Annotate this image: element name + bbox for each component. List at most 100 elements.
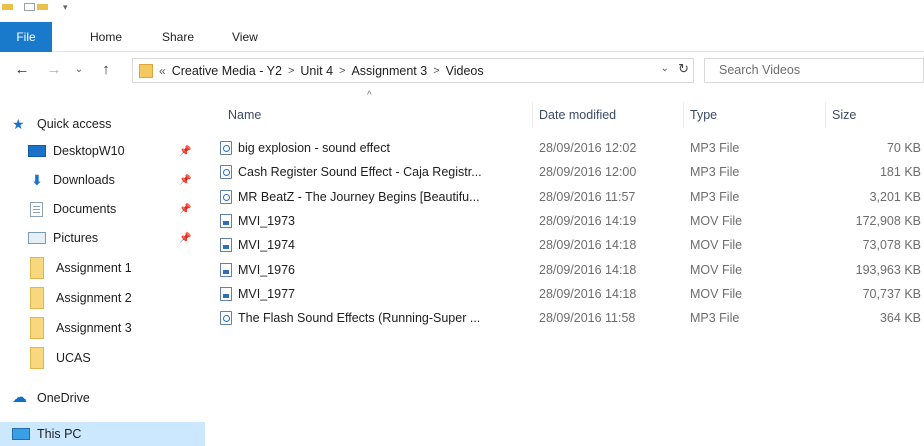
- sidebar-item-label: DesktopW10: [53, 144, 125, 158]
- audio-file-icon: [220, 141, 232, 155]
- pin-icon[interactable]: 📌: [179, 175, 191, 186]
- audio-file-icon: [220, 165, 232, 180]
- file-row[interactable]: MVI_1974 28/09/2016 14:18 MOV File 73,078 K…: [216, 234, 924, 257]
- quick-access-toolbar: ▾: [0, 0, 924, 22]
- file-row[interactable]: Cash Register Sound Effect - Caja Regist…: [216, 161, 924, 184]
- pin-icon[interactable]: 📌: [179, 204, 191, 215]
- file-type: MP3 File: [690, 189, 740, 204]
- file-name: MVI_1976: [238, 262, 295, 277]
- file-name: big explosion - sound effect: [238, 141, 390, 155]
- file-row[interactable]: MVI_1973 28/09/2016 14:19 MOV File 172,908 …: [216, 210, 924, 233]
- sidebar-item-documents[interactable]: Documents 📌: [0, 195, 205, 223]
- back-arrow-icon[interactable]: ←: [12, 60, 32, 80]
- sidebar-item-downloads[interactable]: ⬇ Downloads 📌: [0, 166, 205, 194]
- pin-icon[interactable]: 📌: [179, 146, 191, 157]
- column-header-date-modified[interactable]: Date modified: [533, 102, 684, 128]
- chevron-right-icon[interactable]: >: [339, 65, 345, 77]
- file-name: MVI_1974: [238, 238, 295, 253]
- download-icon: ⬇: [31, 172, 43, 188]
- file-type: MOV File: [690, 238, 743, 253]
- breadcrumb-videos[interactable]: Videos: [446, 64, 484, 78]
- file-row[interactable]: big explosion - sound effect 28/09/2016 1…: [216, 137, 924, 160]
- onedrive-icon: ☁: [12, 389, 27, 406]
- documents-icon: [30, 201, 43, 217]
- sidebar-item-this-pc[interactable]: This PC: [0, 422, 205, 446]
- refresh-icon[interactable]: ↻: [678, 61, 689, 77]
- desktop-icon: [28, 145, 46, 157]
- breadcrumb-creative-media[interactable]: Creative Media - Y2: [172, 64, 282, 78]
- sidebar-item-label: Pictures: [53, 231, 99, 245]
- properties-icon[interactable]: [24, 3, 35, 11]
- file-size: 70,737 KB: [862, 286, 921, 301]
- sidebar-item-assignment-2[interactable]: Assignment 2: [0, 284, 205, 312]
- ribbon-tabs: File Home Share View: [0, 22, 924, 52]
- sidebar-item-desktopw10[interactable]: DesktopW10 📌: [0, 137, 205, 165]
- file-date-modified: 28/09/2016 11:57: [539, 189, 636, 204]
- tab-home[interactable]: Home: [78, 22, 134, 52]
- file-name: Cash Register Sound Effect - Caja Regist…: [238, 165, 482, 180]
- sidebar-item-label: Assignment 2: [56, 291, 132, 305]
- folder-icon: [139, 63, 153, 78]
- pictures-icon: [28, 232, 46, 244]
- file-size: 364 KB: [879, 311, 921, 326]
- folder-icon: [30, 257, 44, 279]
- up-arrow-icon[interactable]: ↑: [96, 60, 116, 80]
- this-pc-icon: [12, 428, 30, 440]
- file-type: MOV File: [690, 262, 743, 277]
- chevron-down-icon[interactable]: ▾: [63, 2, 68, 13]
- file-type: MP3 File: [690, 141, 740, 155]
- file-date-modified: 28/09/2016 14:18: [539, 286, 637, 301]
- file-size: 181 KB: [879, 165, 921, 180]
- tab-file[interactable]: File: [0, 22, 52, 52]
- column-header-size[interactable]: Size: [826, 102, 924, 128]
- video-file-icon: [220, 213, 232, 228]
- file-name: MVI_1973: [238, 213, 295, 228]
- address-bar[interactable]: « Creative Media - Y2 > Unit 4 > Assignm…: [132, 58, 694, 83]
- sidebar-item-assignment-1[interactable]: Assignment 1: [0, 254, 205, 282]
- tab-share[interactable]: Share: [150, 22, 206, 52]
- search-input[interactable]: Search Videos: [704, 58, 924, 83]
- file-size: 70 KB: [886, 141, 921, 155]
- audio-file-icon: [220, 311, 232, 326]
- column-header-type[interactable]: Type: [684, 102, 826, 128]
- sidebar-item-assignment-3[interactable]: Assignment 3: [0, 314, 205, 342]
- file-size: 193,963 KB: [855, 262, 921, 277]
- sidebar-item-label: OneDrive: [37, 391, 90, 405]
- file-name: MVI_1977: [238, 286, 295, 301]
- file-type: MP3 File: [690, 311, 740, 326]
- breadcrumb-assignment-3[interactable]: Assignment 3: [351, 64, 427, 78]
- file-row[interactable]: The Flash Sound Effects (Running-Super .…: [216, 307, 924, 330]
- file-row[interactable]: MVI_1976 28/09/2016 14:18 MOV File 193,963 …: [216, 259, 924, 282]
- tab-view[interactable]: View: [220, 22, 270, 52]
- audio-file-icon: [220, 189, 232, 204]
- file-date-modified: 28/09/2016 14:19: [539, 213, 637, 228]
- file-type: MOV File: [690, 286, 743, 301]
- sidebar-item-ucas[interactable]: UCAS: [0, 344, 205, 372]
- sidebar-item-label: Documents: [53, 202, 117, 216]
- sidebar-item-label: Assignment 3: [56, 321, 132, 335]
- file-name: MR BeatZ - The Journey Begins [Beautifu.…: [238, 189, 480, 204]
- column-header-name[interactable]: Name: [222, 102, 533, 128]
- file-row[interactable]: MVI_1977 28/09/2016 14:18 MOV File 70,737 K…: [216, 283, 924, 306]
- folder-icon[interactable]: [2, 4, 13, 10]
- chevron-right-icon[interactable]: >: [288, 65, 294, 77]
- folder-icon: [30, 287, 44, 309]
- breadcrumb-unit-4[interactable]: Unit 4: [300, 64, 333, 78]
- forward-arrow-icon[interactable]: →: [44, 60, 64, 80]
- star-icon: ★: [12, 116, 25, 132]
- folder-icon: [30, 347, 44, 369]
- chevron-right-icon[interactable]: >: [433, 65, 439, 77]
- sidebar-item-pictures[interactable]: Pictures 📌: [0, 224, 205, 252]
- folder-icon: [30, 317, 44, 339]
- sidebar-item-quick-access[interactable]: ★ Quick access: [0, 110, 205, 138]
- video-file-icon: [220, 262, 232, 277]
- sidebar-item-label: Assignment 1: [56, 261, 132, 275]
- file-size: 172,908 KB: [855, 213, 921, 228]
- sidebar-item-onedrive[interactable]: ☁ OneDrive: [0, 384, 205, 412]
- breadcrumb-overflow[interactable]: «: [159, 64, 166, 78]
- chevron-down-icon[interactable]: ⌄: [661, 63, 669, 74]
- file-row[interactable]: MR BeatZ - The Journey Begins [Beautifu.…: [216, 186, 924, 209]
- new-folder-icon[interactable]: [37, 4, 48, 10]
- recent-locations-chevron-icon[interactable]: ⌄: [73, 60, 85, 80]
- pin-icon[interactable]: 📌: [179, 233, 191, 244]
